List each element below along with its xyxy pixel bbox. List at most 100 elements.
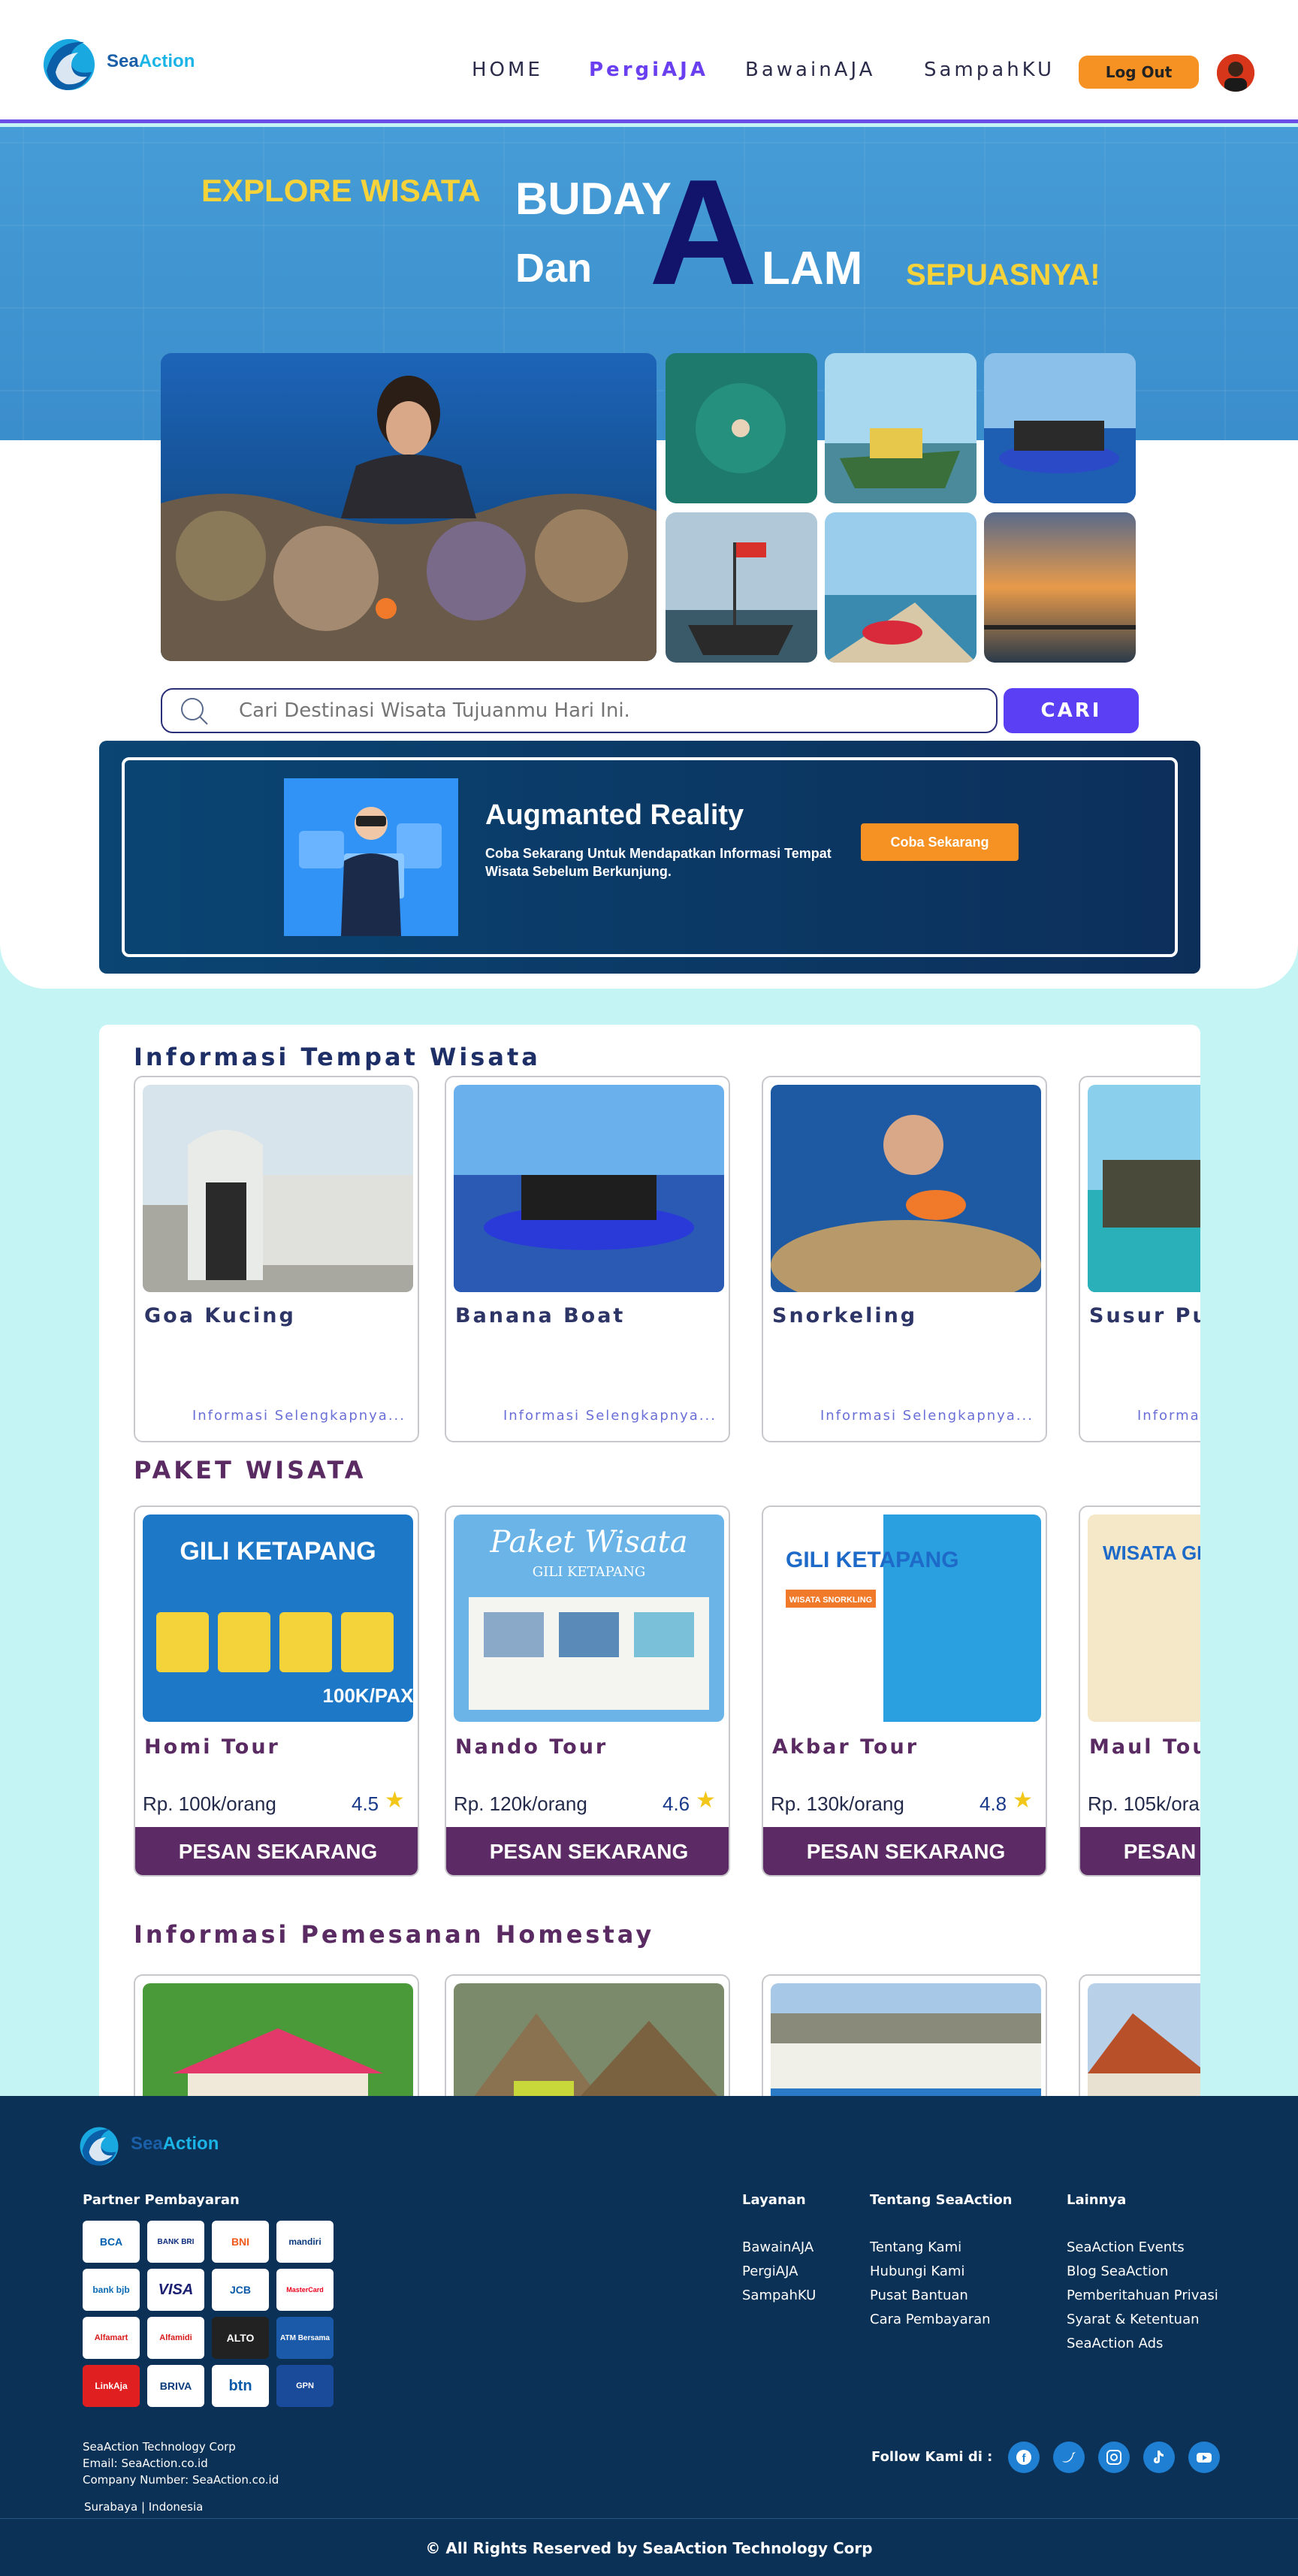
avatar[interactable] bbox=[1217, 54, 1254, 92]
footer-link-tentang-kami[interactable]: Tentang Kami bbox=[870, 2236, 961, 2260]
gallery-thumb-3[interactable] bbox=[984, 353, 1136, 503]
hero-big-a-text: A bbox=[649, 149, 758, 316]
destination-name: Snorkeling bbox=[772, 1304, 918, 1327]
poster-subtitle: WISATA SNORKLING bbox=[789, 1596, 872, 1605]
footer-link-ads[interactable]: SeaAction Ads bbox=[1067, 2332, 1163, 2356]
homestay-card[interactable] bbox=[1079, 1974, 1200, 2096]
payment-logo-bri: BANK BRI bbox=[147, 2221, 204, 2263]
package-poster: GILI KETAPANG 100K/PAX bbox=[143, 1514, 413, 1722]
destination-card[interactable]: Snorkeling Informasi Selengkapnya... bbox=[762, 1076, 1047, 1442]
footer-link-hubungi-kami[interactable]: Hubungi Kami bbox=[870, 2260, 964, 2284]
destination-card[interactable]: Banana Boat Informasi Selengkapnya... bbox=[445, 1076, 730, 1442]
destination-detail-link[interactable]: Informasi Selengkapnya... bbox=[1137, 1408, 1200, 1424]
footer-link-privasi[interactable]: Pemberitahuan Privasi bbox=[1067, 2284, 1218, 2308]
nav-pergiaja[interactable]: PergiAJA bbox=[589, 59, 708, 81]
package-card[interactable]: WISATA GILI KETAPANG Maul Tour Rp. 105k/… bbox=[1079, 1505, 1200, 1877]
payment-logo-atm-bersama: ATM Bersama bbox=[276, 2317, 334, 2359]
poster-price: 100K/PAX bbox=[323, 1684, 413, 1707]
gallery-thumb-1[interactable] bbox=[666, 353, 817, 503]
package-name: Maul Tour bbox=[1089, 1735, 1200, 1759]
footer-link-pergiaja[interactable]: PergiAJA bbox=[742, 2260, 798, 2284]
ar-try-button[interactable]: Coba Sekarang bbox=[861, 823, 1019, 861]
payment-logo-btn: btn bbox=[212, 2365, 269, 2407]
book-now-button[interactable]: PESAN SEKARANG bbox=[446, 1827, 729, 1875]
footer-link-pusat-bantuan[interactable]: Pusat Bantuan bbox=[870, 2284, 968, 2308]
wave-logo-icon bbox=[39, 26, 99, 98]
book-now-button[interactable]: PESAN SEKARANG bbox=[135, 1827, 418, 1875]
footer-brand-name: SeaAction bbox=[131, 2134, 219, 2154]
twitter-icon[interactable] bbox=[1053, 2442, 1085, 2473]
nav-sampahku[interactable]: SampahKU bbox=[924, 59, 1055, 81]
footer-link-events[interactable]: SeaAction Events bbox=[1067, 2236, 1185, 2260]
homestay-card[interactable] bbox=[762, 1974, 1047, 2096]
partner-title: Partner Pembayaran bbox=[83, 2192, 240, 2208]
footer-link-sampahku[interactable]: SampahKU bbox=[742, 2284, 816, 2308]
package-card[interactable]: Paket Wisata GILI KETAPANG Nando Tour Rp… bbox=[445, 1505, 730, 1877]
footer-col-lainnya-title: Lainnya bbox=[1067, 2192, 1127, 2208]
homestay-image bbox=[143, 1983, 413, 2096]
search-input[interactable] bbox=[239, 699, 915, 722]
payment-logo-jcb: JCB bbox=[212, 2269, 269, 2311]
nav-home[interactable]: HOME bbox=[472, 59, 543, 81]
payment-logo-gpn: GPN bbox=[276, 2365, 334, 2407]
wave-logo-icon bbox=[80, 2127, 119, 2166]
hero-dan-text: Dan bbox=[515, 246, 593, 291]
hero-sepuasnya-text: SEPUASNYA! bbox=[906, 258, 1100, 291]
homestay-card[interactable] bbox=[445, 1974, 730, 2096]
facebook-icon[interactable]: f bbox=[1008, 2442, 1040, 2473]
package-card[interactable]: GILI KETAPANG WISATA SNORKLING Akbar Tou… bbox=[762, 1505, 1047, 1877]
package-name: Nando Tour bbox=[455, 1735, 608, 1759]
book-now-button[interactable]: PESAN SEKARANG bbox=[763, 1827, 1046, 1875]
brand-name: SeaAction bbox=[107, 51, 195, 71]
payment-logo-alto: ALTO bbox=[212, 2317, 269, 2359]
payment-logo-visa: VISA bbox=[147, 2269, 204, 2311]
payment-logo-linkaja: LinkAja bbox=[83, 2365, 140, 2407]
homestay-image bbox=[771, 1983, 1041, 2096]
poster-subtitle: GILI KETAPANG bbox=[533, 1564, 645, 1580]
destination-image bbox=[143, 1085, 413, 1292]
package-rating: 4.5 bbox=[352, 1792, 379, 1815]
hero-lam-text: LAM bbox=[762, 243, 863, 294]
logout-button[interactable]: Log Out bbox=[1079, 56, 1199, 89]
destination-card[interactable]: Susur Pulau Informasi Selengkapnya... bbox=[1079, 1076, 1200, 1442]
package-card[interactable]: GILI KETAPANG 100K/PAX Homi Tour Rp. 100… bbox=[134, 1505, 419, 1877]
search-icon bbox=[179, 696, 209, 726]
gallery-thumb-6[interactable] bbox=[984, 512, 1136, 663]
destination-image bbox=[1088, 1085, 1200, 1292]
footer-link-cara-pembayaran[interactable]: Cara Pembayaran bbox=[870, 2308, 991, 2332]
payment-logo-alfamidi: Alfamidi bbox=[147, 2317, 204, 2359]
destination-detail-link[interactable]: Informasi Selengkapnya... bbox=[820, 1408, 1034, 1424]
poster-title: GILI KETAPANG bbox=[180, 1537, 376, 1566]
search-button[interactable]: CARI bbox=[1004, 688, 1139, 733]
destination-detail-link[interactable]: Informasi Selengkapnya... bbox=[192, 1408, 406, 1424]
package-rating: 4.8 bbox=[980, 1792, 1007, 1815]
footer-logo[interactable]: SeaAction bbox=[75, 2117, 219, 2171]
footer-link-syarat[interactable]: Syarat & Ketentuan bbox=[1067, 2308, 1200, 2332]
footer-link-bawainaja[interactable]: BawainAJA bbox=[742, 2236, 814, 2260]
homestay-image bbox=[454, 1983, 724, 2096]
instagram-icon[interactable] bbox=[1098, 2442, 1130, 2473]
hero-explore-text: EXPLORE WISATA bbox=[201, 173, 481, 208]
ar-banner: Augmanted Reality Coba Sekarang Untuk Me… bbox=[99, 741, 1200, 974]
star-icon: ★ bbox=[385, 1787, 405, 1813]
copyright: © All Rights Reserved by SeaAction Techn… bbox=[425, 2539, 873, 2557]
gallery-thumb-5[interactable] bbox=[825, 512, 977, 663]
book-now-button[interactable]: PESAN SEKARANG bbox=[1080, 1827, 1200, 1875]
gallery-thumb-4[interactable] bbox=[666, 512, 817, 663]
gallery-main-photo[interactable] bbox=[161, 353, 657, 661]
company-number: Company Number: SeaAction.co.id bbox=[83, 2473, 279, 2487]
footer-link-blog[interactable]: Blog SeaAction bbox=[1067, 2260, 1168, 2284]
gallery-thumb-2[interactable] bbox=[825, 353, 977, 503]
main-content: Informasi Tempat Wisata Goa Kucing Infor… bbox=[99, 1025, 1200, 2096]
destination-detail-link[interactable]: Informasi Selengkapnya... bbox=[503, 1408, 717, 1424]
tiktok-icon[interactable] bbox=[1143, 2442, 1175, 2473]
package-name: Akbar Tour bbox=[772, 1735, 919, 1759]
payment-logo-mastercard: MasterCard bbox=[276, 2269, 334, 2311]
nav-bawainaja[interactable]: BawainAJA bbox=[745, 59, 875, 81]
homestay-card[interactable] bbox=[134, 1974, 419, 2096]
brand-logo[interactable]: SeaAction bbox=[39, 26, 195, 98]
youtube-icon[interactable] bbox=[1188, 2442, 1220, 2473]
destination-image bbox=[771, 1085, 1041, 1292]
destination-name: Goa Kucing bbox=[144, 1304, 296, 1327]
destination-card[interactable]: Goa Kucing Informasi Selengkapnya... bbox=[134, 1076, 419, 1442]
